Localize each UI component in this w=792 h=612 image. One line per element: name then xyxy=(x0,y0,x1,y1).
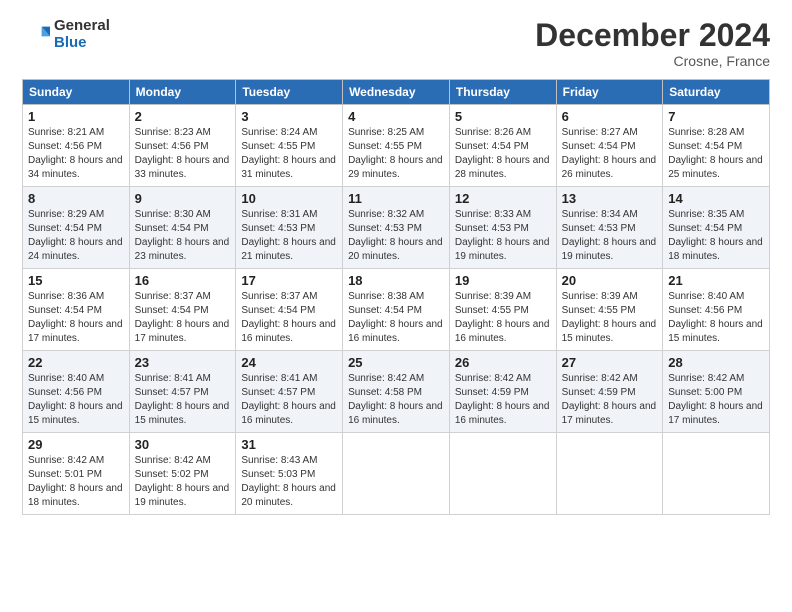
title-block: December 2024 Crosne, France xyxy=(535,18,770,69)
header-sunday: Sunday xyxy=(23,80,130,105)
week-row-3: 15Sunrise: 8:36 AMSunset: 4:54 PMDayligh… xyxy=(23,269,770,351)
header-friday: Friday xyxy=(556,80,663,105)
day-16: 16Sunrise: 8:37 AMSunset: 4:54 PMDayligh… xyxy=(129,269,236,351)
day-19: 19Sunrise: 8:39 AMSunset: 4:55 PMDayligh… xyxy=(449,269,556,351)
day-15: 15Sunrise: 8:36 AMSunset: 4:54 PMDayligh… xyxy=(23,269,130,351)
day-14: 14Sunrise: 8:35 AMSunset: 4:54 PMDayligh… xyxy=(663,187,770,269)
header-saturday: Saturday xyxy=(663,80,770,105)
header-thursday: Thursday xyxy=(449,80,556,105)
day-2: 2Sunrise: 8:23 AMSunset: 4:56 PMDaylight… xyxy=(129,105,236,187)
day-31: 31Sunrise: 8:43 AMSunset: 5:03 PMDayligh… xyxy=(236,433,343,515)
week-row-5: 29Sunrise: 8:42 AMSunset: 5:01 PMDayligh… xyxy=(23,433,770,515)
calendar-subtitle: Crosne, France xyxy=(535,53,770,69)
week-row-1: 1Sunrise: 8:21 AMSunset: 4:56 PMDaylight… xyxy=(23,105,770,187)
week-row-4: 22Sunrise: 8:40 AMSunset: 4:56 PMDayligh… xyxy=(23,351,770,433)
week-row-2: 8Sunrise: 8:29 AMSunset: 4:54 PMDaylight… xyxy=(23,187,770,269)
logo-general: General xyxy=(54,18,110,35)
day-8: 8Sunrise: 8:29 AMSunset: 4:54 PMDaylight… xyxy=(23,187,130,269)
day-26: 26Sunrise: 8:42 AMSunset: 4:59 PMDayligh… xyxy=(449,351,556,433)
day-9: 9Sunrise: 8:30 AMSunset: 4:54 PMDaylight… xyxy=(129,187,236,269)
logo-icon xyxy=(22,21,50,49)
day-18: 18Sunrise: 8:38 AMSunset: 4:54 PMDayligh… xyxy=(343,269,450,351)
day-24: 24Sunrise: 8:41 AMSunset: 4:57 PMDayligh… xyxy=(236,351,343,433)
day-22: 22Sunrise: 8:40 AMSunset: 4:56 PMDayligh… xyxy=(23,351,130,433)
calendar-table: Sunday Monday Tuesday Wednesday Thursday… xyxy=(22,79,770,515)
day-12: 12Sunrise: 8:33 AMSunset: 4:53 PMDayligh… xyxy=(449,187,556,269)
day-21: 21Sunrise: 8:40 AMSunset: 4:56 PMDayligh… xyxy=(663,269,770,351)
day-25: 25Sunrise: 8:42 AMSunset: 4:58 PMDayligh… xyxy=(343,351,450,433)
day-11: 11Sunrise: 8:32 AMSunset: 4:53 PMDayligh… xyxy=(343,187,450,269)
day-1: 1Sunrise: 8:21 AMSunset: 4:56 PMDaylight… xyxy=(23,105,130,187)
day-20: 20Sunrise: 8:39 AMSunset: 4:55 PMDayligh… xyxy=(556,269,663,351)
empty-cell-4 xyxy=(663,433,770,515)
day-10: 10Sunrise: 8:31 AMSunset: 4:53 PMDayligh… xyxy=(236,187,343,269)
header-tuesday: Tuesday xyxy=(236,80,343,105)
day-5: 5Sunrise: 8:26 AMSunset: 4:54 PMDaylight… xyxy=(449,105,556,187)
calendar-title: December 2024 xyxy=(535,18,770,53)
day-7: 7Sunrise: 8:28 AMSunset: 4:54 PMDaylight… xyxy=(663,105,770,187)
empty-cell-1 xyxy=(343,433,450,515)
logo: General Blue xyxy=(22,18,110,51)
day-27: 27Sunrise: 8:42 AMSunset: 4:59 PMDayligh… xyxy=(556,351,663,433)
header-monday: Monday xyxy=(129,80,236,105)
logo-blue: Blue xyxy=(54,35,110,52)
header: General Blue December 2024 Crosne, Franc… xyxy=(22,18,770,69)
day-29: 29Sunrise: 8:42 AMSunset: 5:01 PMDayligh… xyxy=(23,433,130,515)
day-13: 13Sunrise: 8:34 AMSunset: 4:53 PMDayligh… xyxy=(556,187,663,269)
empty-cell-2 xyxy=(449,433,556,515)
day-17: 17Sunrise: 8:37 AMSunset: 4:54 PMDayligh… xyxy=(236,269,343,351)
day-3: 3Sunrise: 8:24 AMSunset: 4:55 PMDaylight… xyxy=(236,105,343,187)
day-28: 28Sunrise: 8:42 AMSunset: 5:00 PMDayligh… xyxy=(663,351,770,433)
day-23: 23Sunrise: 8:41 AMSunset: 4:57 PMDayligh… xyxy=(129,351,236,433)
day-30: 30Sunrise: 8:42 AMSunset: 5:02 PMDayligh… xyxy=(129,433,236,515)
empty-cell-3 xyxy=(556,433,663,515)
day-6: 6Sunrise: 8:27 AMSunset: 4:54 PMDaylight… xyxy=(556,105,663,187)
day-4: 4Sunrise: 8:25 AMSunset: 4:55 PMDaylight… xyxy=(343,105,450,187)
header-wednesday: Wednesday xyxy=(343,80,450,105)
